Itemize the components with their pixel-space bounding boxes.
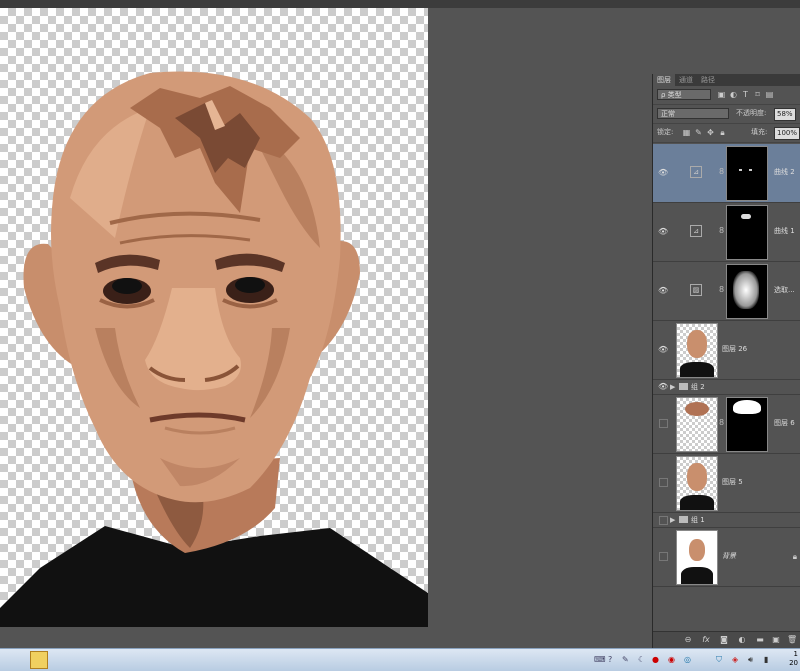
sync-icon[interactable]: ◎ <box>684 655 691 665</box>
opacity-label: 不透明度: <box>736 109 767 117</box>
tab-channels[interactable]: 通道 <box>675 74 697 86</box>
layer-name: 图层 26 <box>722 345 748 353</box>
lock-label: 锁定: <box>657 128 674 136</box>
layer-26[interactable]: 👁︎ 图层 26 <box>653 321 800 380</box>
link-layers-icon[interactable]: ⊖ <box>683 635 693 645</box>
expand-arrow-icon[interactable]: ▶ <box>670 515 675 525</box>
layer-mask-thumbnail[interactable] <box>726 264 768 319</box>
delete-layer-icon[interactable]: 🗑︎ <box>787 635 797 645</box>
type-filter-icon[interactable]: T <box>741 90 750 99</box>
fill-field[interactable]: 100% <box>774 127 800 140</box>
volume-icon[interactable]: 🔊︎ <box>748 655 753 665</box>
expand-arrow-icon[interactable]: ▶ <box>670 382 675 392</box>
filter-kind-select[interactable]: ρ 类型 <box>657 89 711 100</box>
keyboard-icon[interactable]: ⌨ <box>594 655 606 665</box>
layer-name: 图层 6 <box>774 419 795 427</box>
layer-thumbnail[interactable] <box>676 397 718 452</box>
visibility-toggle[interactable] <box>659 552 668 561</box>
blend-mode-select[interactable]: 正常 <box>657 108 729 119</box>
layer-name: 曲线 2 <box>774 168 795 176</box>
new-layer-icon[interactable]: ▣ <box>771 635 781 645</box>
pixel-filter-icon[interactable]: ▣ <box>717 90 726 99</box>
blend-row: 正常 不透明度: 58% <box>653 105 800 124</box>
visibility-eye-icon[interactable]: 👁︎ <box>658 286 668 296</box>
clock-time: 1 <box>793 650 798 658</box>
group-name: 组 1 <box>691 516 705 524</box>
shape-filter-icon[interactable]: ⌑ <box>753 90 762 99</box>
fill-label: 填充: <box>751 128 768 136</box>
visibility-eye-icon[interactable]: 👁︎ <box>658 168 668 178</box>
curves-adjustment-icon: ⊿ <box>690 166 702 178</box>
clock-date: 20 <box>789 659 798 667</box>
windows-taskbar: ⌨ ? ✎ ☾ ● ◉ ◎ ⛉ ◈ 🔊︎ ▮ 1 20 <box>0 648 800 671</box>
layer-name: 图层 5 <box>722 478 743 486</box>
layer-thumbnail[interactable] <box>676 456 718 511</box>
smart-object-filter-icon[interactable]: ▤ <box>765 90 774 99</box>
visibility-toggle[interactable] <box>659 478 668 487</box>
lock-icon: 🔒︎ <box>792 552 797 561</box>
visibility-eye-icon[interactable]: 👁︎ <box>658 382 668 392</box>
system-clock[interactable]: 1 20 <box>789 650 798 668</box>
layer-mask-thumbnail[interactable] <box>726 397 768 452</box>
moon-icon[interactable]: ☾ <box>638 655 645 665</box>
pen-icon[interactable]: ✎ <box>622 655 629 665</box>
folder-icon <box>679 516 688 523</box>
lock-all-icon[interactable]: 🔒︎ <box>718 128 727 137</box>
lock-row: 锁定: ▦ ✎ ✥ 🔒︎ 填充: 100% <box>653 124 800 143</box>
filter-row: ρ 类型 ▣ ◐ T ⌑ ▤ <box>653 86 800 105</box>
app-menu-bar <box>0 0 800 8</box>
panel-tabs: 图层 通道 路径 <box>653 74 800 86</box>
layer-name: 曲线 1 <box>774 227 795 235</box>
document-canvas[interactable] <box>0 8 428 627</box>
panel-footer: ⊖ fx ◙ ◐ ▬ ▣ 🗑︎ <box>653 631 800 648</box>
layer-mask-thumbnail[interactable] <box>726 146 768 201</box>
link-icon: 8 <box>719 226 725 235</box>
network-icon[interactable]: ▮ <box>764 655 768 665</box>
adjustment-filter-icon[interactable]: ◐ <box>729 90 738 99</box>
selective-color-adjustment-icon: ▨ <box>690 284 702 296</box>
layers-panel: 图层 通道 路径 ρ 类型 ▣ ◐ T ⌑ ▤ 正常 不透明度: 58% 锁定:… <box>652 74 800 648</box>
layers-list: 👁︎ ⊿ 8 曲线 2 👁︎ ⊿ 8 曲线 1 👁︎ ▨ 8 选取... 👁︎ … <box>653 144 800 587</box>
layer-name: 选取... <box>774 286 795 294</box>
layer-background[interactable]: 背景 🔒︎ <box>653 528 800 587</box>
notepad-icon[interactable] <box>30 651 48 669</box>
group-1[interactable]: ▶ 组 1 <box>653 513 800 528</box>
help-icon[interactable]: ? <box>608 655 612 665</box>
folder-icon <box>679 383 688 390</box>
add-mask-icon[interactable]: ◙ <box>719 635 729 645</box>
antivirus-icon[interactable]: ◈ <box>732 655 738 665</box>
visibility-eye-icon[interactable]: 👁︎ <box>658 227 668 237</box>
curves-adjustment-icon: ⊿ <box>690 225 702 237</box>
visibility-toggle[interactable] <box>659 419 668 428</box>
group-2[interactable]: 👁︎ ▶ 组 2 <box>653 380 800 395</box>
lock-position-icon[interactable]: ✥ <box>706 128 715 137</box>
lock-transparency-icon[interactable]: ▦ <box>682 128 691 137</box>
layer-selective-color[interactable]: 👁︎ ▨ 8 选取... <box>653 262 800 321</box>
lock-pixels-icon[interactable]: ✎ <box>694 128 703 137</box>
layer-curves-1[interactable]: 👁︎ ⊿ 8 曲线 1 <box>653 203 800 262</box>
layer-curves-2[interactable]: 👁︎ ⊿ 8 曲线 2 <box>653 144 800 203</box>
link-icon: 8 <box>719 285 725 294</box>
tab-paths[interactable]: 路径 <box>697 74 719 86</box>
layer-mask-thumbnail[interactable] <box>726 205 768 260</box>
fx-icon[interactable]: fx <box>701 635 711 645</box>
visibility-toggle[interactable] <box>659 516 668 525</box>
record-icon[interactable]: ● <box>652 655 659 665</box>
shield-icon[interactable]: ⛉ <box>716 655 722 665</box>
adjustment-layer-icon[interactable]: ◐ <box>737 635 747 645</box>
layer-6[interactable]: 8 图层 6 <box>653 395 800 454</box>
layer-thumbnail[interactable] <box>676 530 718 585</box>
artwork <box>0 71 428 627</box>
opacity-field[interactable]: 58% <box>774 108 796 121</box>
group-name: 组 2 <box>691 383 705 391</box>
layer-5[interactable]: 图层 5 <box>653 454 800 513</box>
layer-name: 背景 <box>722 552 736 560</box>
visibility-eye-icon[interactable]: 👁︎ <box>658 345 668 355</box>
app-tray-icon[interactable]: ◉ <box>668 655 675 665</box>
layer-thumbnail[interactable] <box>676 323 718 378</box>
tab-layers[interactable]: 图层 <box>653 74 675 86</box>
new-group-icon[interactable]: ▬ <box>755 635 765 645</box>
link-icon: 8 <box>719 418 725 427</box>
link-icon: 8 <box>719 167 725 176</box>
